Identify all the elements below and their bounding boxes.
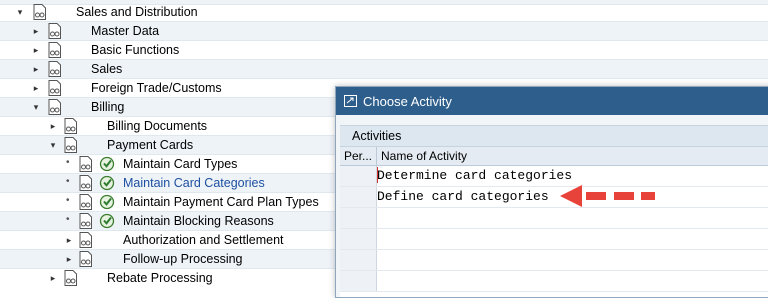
status-cell (340, 250, 377, 270)
activity-name: Define card categories (377, 189, 549, 204)
tree-label: Master Data (91, 24, 160, 38)
table-row[interactable]: Define card categories (340, 187, 768, 208)
table-row-empty (340, 250, 768, 271)
expand-arrow-icon[interactable]: ▸ (49, 272, 57, 284)
expand-arrow-icon[interactable]: ▸ (65, 253, 73, 265)
column-header-label: Name of Activity (381, 149, 468, 163)
status-cell (340, 187, 377, 207)
tree-label: Billing Documents (107, 119, 208, 133)
dialog-title: Choose Activity (363, 94, 452, 109)
column-header-performed[interactable]: Per... (340, 147, 377, 166)
status-cell (340, 271, 377, 291)
tree-label: Maintain Payment Card Plan Types (123, 195, 319, 209)
bullet-icon: • (66, 214, 70, 225)
activities-table: Per... Name of Activity Determine card c… (340, 147, 768, 297)
tree-label: Billing (91, 100, 125, 114)
tree-label: Basic Functions (91, 43, 180, 57)
doc-glasses-icon (48, 61, 61, 77)
tree-label-selected: Maintain Card Categories (123, 176, 265, 190)
table-row-empty (340, 229, 768, 250)
bullet-icon: • (66, 176, 70, 187)
tree-node-master-data[interactable]: ▸ Master Data (0, 22, 768, 41)
column-header-label: Per... (344, 149, 373, 163)
doc-glasses-icon (64, 118, 77, 134)
tree-label: Foreign Trade/Customs (91, 81, 222, 95)
expand-arrow-icon[interactable]: ▸ (49, 120, 57, 132)
group-label: Activities (352, 129, 402, 143)
execute-clock-icon[interactable] (99, 213, 115, 229)
bullet-icon: • (66, 195, 70, 206)
doc-glasses-icon (48, 99, 61, 115)
tree-label: Payment Cards (107, 138, 194, 152)
tree-node-sales-distribution[interactable]: ▾ Sales and Distribution (0, 3, 768, 22)
table-row-empty (340, 208, 768, 229)
status-cell (340, 208, 377, 228)
expand-arrow-icon[interactable]: ▸ (32, 82, 40, 94)
table-row[interactable]: Determine card categories (340, 166, 768, 187)
tree-label: Follow-up Processing (123, 252, 243, 266)
expand-arrow-icon[interactable]: ▸ (32, 25, 40, 37)
tree-node-basic-functions[interactable]: ▸ Basic Functions (0, 41, 768, 60)
execute-clock-icon[interactable] (99, 156, 115, 172)
status-cell (340, 229, 377, 249)
doc-glasses-icon (48, 80, 61, 96)
activities-group-header: Activities (340, 125, 768, 147)
doc-glasses-icon (79, 213, 92, 229)
doc-glasses-icon (33, 4, 46, 20)
bullet-icon: • (66, 157, 70, 168)
tree-label: Maintain Blocking Reasons (123, 214, 274, 228)
execute-clock-icon[interactable] (99, 175, 115, 191)
tree-label: Authorization and Settlement (123, 233, 284, 247)
doc-glasses-icon (64, 270, 77, 286)
doc-glasses-icon (79, 156, 92, 172)
expand-arrow-icon[interactable]: ▸ (32, 44, 40, 56)
collapse-arrow-icon[interactable]: ▾ (16, 6, 24, 18)
doc-glasses-icon (79, 232, 92, 248)
tree-label: Sales and Distribution (76, 5, 198, 19)
doc-glasses-icon (79, 194, 92, 210)
collapse-arrow-icon[interactable]: ▾ (32, 101, 40, 113)
doc-glasses-icon (79, 251, 92, 267)
table-row-empty (340, 271, 768, 292)
activity-name: Determine card categories (377, 168, 573, 183)
expand-arrow-icon[interactable]: ▸ (32, 63, 40, 75)
dialog-window-icon (344, 95, 357, 107)
tree-label: Rebate Processing (107, 271, 213, 285)
choose-activity-dialog: Choose Activity Activities Per... Name o… (335, 86, 768, 298)
dialog-title-bar[interactable]: Choose Activity (336, 87, 768, 115)
tree-label: Maintain Card Types (123, 157, 238, 171)
tree-node-sales[interactable]: ▸ Sales (0, 60, 768, 79)
status-cell (340, 166, 377, 186)
execute-clock-icon[interactable] (99, 194, 115, 210)
column-header-name[interactable]: Name of Activity (377, 147, 768, 166)
doc-glasses-icon (79, 175, 92, 191)
expand-arrow-icon[interactable]: ▸ (65, 234, 73, 246)
doc-glasses-icon (48, 42, 61, 58)
tree-label: Sales (91, 62, 123, 76)
doc-glasses-icon (64, 137, 77, 153)
annotation-arrow-icon (560, 185, 655, 207)
doc-glasses-icon (48, 23, 61, 39)
collapse-arrow-icon[interactable]: ▾ (49, 139, 57, 151)
